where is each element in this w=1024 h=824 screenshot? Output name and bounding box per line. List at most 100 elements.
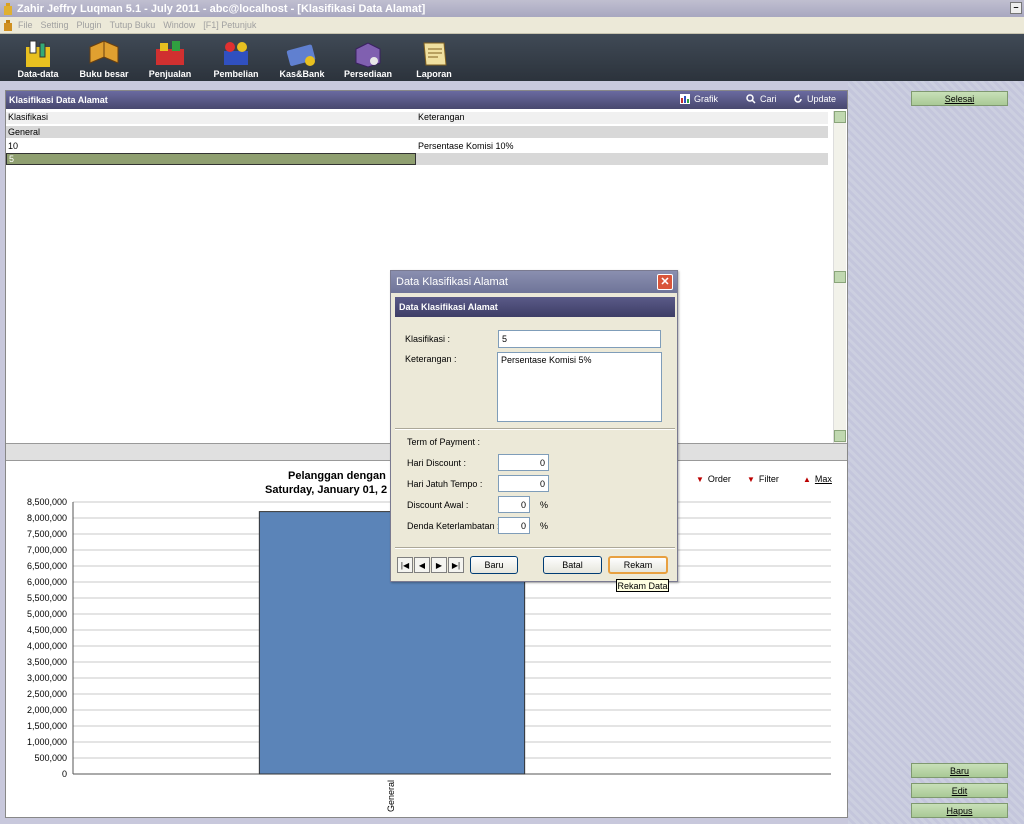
window-titlebar: Zahir Jeffry Luqman 5.1 - July 2011 - ab…: [0, 0, 1024, 17]
grid-scrollbar[interactable]: [833, 111, 846, 443]
last-record-button[interactable]: ▶|: [448, 557, 464, 573]
rekam-button[interactable]: Rekam: [608, 556, 668, 574]
purchase-icon: [224, 42, 248, 65]
discount-awal-label: Discount Awal :: [407, 500, 469, 510]
batal-button[interactable]: Batal: [543, 556, 602, 574]
y-tick-label: 7,500,000: [27, 529, 67, 539]
percent-sign: %: [540, 521, 549, 531]
selesai-button[interactable]: Selesai: [911, 91, 1008, 106]
y-tick-label: 0: [62, 769, 67, 779]
restore-button[interactable]: –: [1010, 2, 1022, 14]
discount-awal-input[interactable]: [498, 496, 530, 513]
y-tick-label: 4,000,000: [27, 641, 67, 651]
grafik-button[interactable]: Grafik: [680, 94, 718, 104]
dialog-separator: [395, 428, 675, 430]
toolbar-kas-bank[interactable]: Kas&Bank: [272, 36, 332, 81]
percent-sign: %: [540, 500, 549, 510]
dialog-separator: [395, 547, 675, 549]
first-record-button[interactable]: |◀: [397, 557, 413, 573]
denda-keterlambatan-input[interactable]: [498, 517, 530, 534]
column-keterangan[interactable]: Keterangan: [416, 112, 828, 124]
update-button[interactable]: Update: [793, 94, 836, 104]
toolbar-pembelian[interactable]: Pembelian: [206, 36, 266, 81]
column-klasifikasi[interactable]: Klasifikasi: [6, 112, 416, 124]
toolbar-penjualan[interactable]: Penjualan: [140, 36, 200, 81]
klasifikasi-dialog: Data Klasifikasi Alamat ✕ Data Klasifika…: [390, 270, 678, 582]
filter-button[interactable]: ▼ Filter: [747, 474, 779, 484]
hari-discount-label: Hari Discount :: [407, 458, 467, 468]
y-tick-label: 6,000,000: [27, 577, 67, 587]
y-tick-label: 8,500,000: [27, 497, 67, 507]
toolbar-laporan[interactable]: Laporan: [404, 36, 464, 81]
report-icon: [423, 42, 447, 66]
y-tick-label: 1,000,000: [27, 737, 67, 747]
dialog-header: Data Klasifikasi Alamat: [395, 297, 675, 317]
workspace-background: [848, 81, 1024, 824]
order-button[interactable]: ▼ Order: [696, 474, 731, 484]
menu-file[interactable]: File: [18, 20, 33, 30]
app-menu-icon[interactable]: [4, 19, 12, 31]
app-icon: [4, 2, 12, 15]
dialog-titlebar: Data Klasifikasi Alamat ✕: [391, 271, 677, 293]
table-row[interactable]: General: [6, 126, 828, 138]
menu-plugin[interactable]: Plugin: [77, 20, 102, 30]
y-tick-label: 5,000,000: [27, 609, 67, 619]
y-tick-label: 2,500,000: [27, 689, 67, 699]
ledger-book-icon: [89, 40, 119, 64]
toolbar-persediaan[interactable]: Persediaan: [338, 36, 398, 81]
next-record-button[interactable]: ▶: [431, 557, 447, 573]
cari-button[interactable]: Cari: [746, 94, 777, 104]
y-tick-label: 3,000,000: [27, 673, 67, 683]
y-tick-label: 7,000,000: [27, 545, 67, 555]
chart-icon: [680, 94, 690, 104]
table-row[interactable]: 10 Persentase Komisi 10%: [6, 140, 828, 152]
max-button[interactable]: ▲ Max: [803, 474, 832, 484]
data-icon: [26, 40, 50, 67]
x-tick-label: General: [386, 780, 396, 812]
scroll-down-button[interactable]: [834, 430, 846, 442]
klasifikasi-input[interactable]: [498, 330, 661, 348]
prev-record-button[interactable]: ◀: [414, 557, 430, 573]
max-icon: ▲: [803, 474, 811, 484]
panel-header: Klasifikasi Data Alamat Grafik Cari Upda…: [6, 91, 847, 109]
table-row-selected[interactable]: 5: [6, 153, 828, 165]
klasifikasi-label: Klasifikasi :: [405, 334, 451, 344]
y-tick-label: 5,500,000: [27, 593, 67, 603]
term-of-payment-label: Term of Payment :: [407, 437, 481, 447]
scroll-up-button[interactable]: [834, 111, 846, 123]
menu-petunjuk[interactable]: [F1] Petunjuk: [203, 20, 256, 30]
search-icon: [746, 94, 756, 104]
hari-jatuh-tempo-label: Hari Jatuh Tempo :: [407, 479, 483, 489]
edit-side-button[interactable]: Edit: [911, 783, 1008, 798]
main-toolbar: Data-data Buku besar Penjualan Pembelian…: [0, 34, 1024, 81]
baru-button[interactable]: Baru: [470, 556, 518, 574]
chart-title: Pelanggan dengan: [288, 470, 386, 482]
toolbar-data-data[interactable]: Data-data: [8, 36, 68, 81]
menu-tutup-buku[interactable]: Tutup Buku: [110, 20, 156, 30]
baru-side-button[interactable]: Baru: [911, 763, 1008, 778]
scroll-thumb[interactable]: [834, 271, 846, 283]
toolbar-buku-besar[interactable]: Buku besar: [74, 36, 134, 81]
denda-keterlambatan-label: Denda Keterlambatan :: [407, 521, 500, 531]
y-tick-label: 4,500,000: [27, 625, 67, 635]
keterangan-textarea[interactable]: Persentase Komisi 5%: [497, 352, 662, 422]
workspace-strip: [0, 81, 848, 90]
window-title: Zahir Jeffry Luqman 5.1 - July 2011 - ab…: [17, 2, 426, 15]
panel-title: Klasifikasi Data Alamat: [9, 95, 108, 105]
dialog-title: Data Klasifikasi Alamat: [396, 276, 508, 288]
y-tick-label: 500,000: [34, 753, 67, 763]
hari-jatuh-tempo-input[interactable]: [498, 475, 549, 492]
refresh-icon: [794, 94, 802, 103]
y-tick-label: 3,500,000: [27, 657, 67, 667]
y-tick-label: 8,000,000: [27, 513, 67, 523]
menu-setting[interactable]: Setting: [41, 20, 69, 30]
keterangan-label: Keterangan :: [405, 354, 457, 364]
close-icon[interactable]: ✕: [657, 274, 673, 290]
hari-discount-input[interactable]: [498, 454, 549, 471]
cash-bank-icon: [286, 44, 316, 66]
sales-icon: [156, 41, 184, 65]
inventory-icon: [355, 42, 381, 68]
hapus-side-button[interactable]: Hapus: [911, 803, 1008, 818]
y-tick-label: 2,000,000: [27, 705, 67, 715]
menu-window[interactable]: Window: [163, 20, 195, 30]
